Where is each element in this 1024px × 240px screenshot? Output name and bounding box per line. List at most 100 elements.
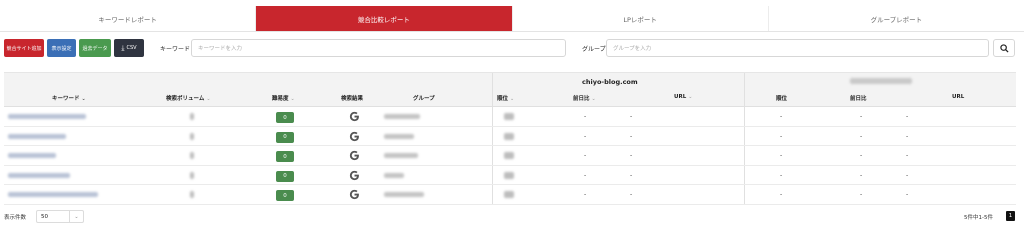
add-competitor-site-button[interactable]: 競合サイト追加 xyxy=(4,39,44,57)
keyword-text[interactable] xyxy=(8,172,70,178)
rows-per-page-label: 表示件数 xyxy=(4,215,27,221)
competitor-change-value: - xyxy=(860,191,863,198)
pagination-page-button[interactable]: 1 xyxy=(1006,211,1015,221)
rank-value xyxy=(504,152,514,159)
change-value: - xyxy=(584,152,587,159)
keyword-text[interactable] xyxy=(8,114,86,119)
group-text xyxy=(384,114,420,119)
chevron-down-icon: ⌄ xyxy=(688,94,693,100)
chevron-down-icon: ⌄ xyxy=(510,96,515,102)
report-tabs: キーワードレポート 競合比較レポート LPレポート グループレポート xyxy=(0,6,1024,32)
group-filter-label: グループ xyxy=(582,46,606,53)
group-text xyxy=(384,172,404,178)
difficulty-badge: 0 xyxy=(276,190,294,201)
group-search-input[interactable]: グループを入力 xyxy=(606,39,989,57)
competitor-change-value: - xyxy=(860,132,863,140)
search-button[interactable] xyxy=(993,39,1015,57)
chevron-down-icon: ⌄ xyxy=(81,96,86,102)
difficulty-badge: 0 xyxy=(276,112,294,123)
rows-per-page-value: 50 xyxy=(41,213,48,220)
rank-value xyxy=(504,191,514,198)
col-change[interactable]: 前日比 ⌄ xyxy=(573,94,596,102)
group-text xyxy=(384,153,418,158)
google-icon[interactable] xyxy=(349,111,360,122)
csv-download-button[interactable]: ⤓ CSV xyxy=(114,39,144,57)
keyword-search-input[interactable]: キーワードを入力 xyxy=(191,39,566,57)
search-volume-value xyxy=(190,171,194,179)
competitor-rank-value: - xyxy=(780,191,783,198)
search-volume-value xyxy=(190,113,194,120)
tab-lp-report[interactable]: LPレポート xyxy=(512,6,769,31)
table-row[interactable]: 0 - - - - - xyxy=(4,146,1016,166)
url-value: - xyxy=(630,113,633,120)
site-header-row: chiyo-blog.com xyxy=(4,72,1016,88)
chevron-down-icon: ⌄ xyxy=(290,96,295,102)
table-row[interactable]: 0 - - - - - xyxy=(4,165,1016,185)
rank-value xyxy=(504,171,514,179)
search-volume-value xyxy=(190,152,194,159)
change-value: - xyxy=(584,191,587,198)
rows-per-page-select[interactable]: 50 ⌄ xyxy=(36,210,84,223)
search-volume-value xyxy=(190,191,194,198)
competitor-url-value: - xyxy=(906,132,909,140)
chevron-down-icon: ⌄ xyxy=(206,96,211,102)
keyword-filter-label: キーワード xyxy=(160,46,191,53)
keyword-text[interactable] xyxy=(8,192,98,197)
display-settings-button[interactable]: 表示設定 xyxy=(47,39,76,57)
keyword-text[interactable] xyxy=(8,133,66,139)
col-rank[interactable]: 順位 ⌄ xyxy=(497,94,514,102)
col-competitor-url: URL xyxy=(952,94,965,100)
google-icon[interactable] xyxy=(349,150,360,161)
toolbar: 競合サイト追加 表示設定 過去データ ⤓ CSV xyxy=(4,39,147,57)
rank-value xyxy=(504,113,514,120)
competitor-url-value: - xyxy=(906,171,909,179)
competitor-url-value: - xyxy=(906,191,909,198)
google-icon[interactable] xyxy=(349,170,360,181)
table-row[interactable]: 0 - - - - - xyxy=(4,126,1016,146)
competitor-url-value: - xyxy=(906,113,909,120)
col-competitor-change: 前日比 xyxy=(850,96,867,102)
keyword-text[interactable] xyxy=(8,153,56,158)
difficulty-badge: 0 xyxy=(276,170,294,182)
table-row[interactable]: 0 - - - - - xyxy=(4,107,1016,127)
ranking-table: chiyo-blog.com キーワード ⌄ 検索ボリューム ⌄ 難易度 ⌄ 検索結果… xyxy=(4,72,1016,205)
change-value: - xyxy=(584,171,587,179)
download-icon: ⤓ xyxy=(121,43,125,52)
competitor-site-name xyxy=(850,78,912,84)
difficulty-badge: 0 xyxy=(276,131,294,143)
col-competitor-rank: 順位 xyxy=(776,96,788,102)
tab-group-report[interactable]: グループレポート xyxy=(768,6,1024,31)
competitor-rank-value: - xyxy=(780,132,783,140)
column-header-row: キーワード ⌄ 検索ボリューム ⌄ 難易度 ⌄ 検索結果 グループ 順位 ⌄ 前日比 ⌄ … xyxy=(4,88,1016,107)
past-data-button[interactable]: 過去データ xyxy=(79,39,111,57)
tab-competitor-report[interactable]: 競合比較レポート xyxy=(256,6,513,31)
table-row[interactable]: 0 - - - - - xyxy=(4,185,1016,205)
change-value: - xyxy=(584,113,587,120)
change-value: - xyxy=(584,132,587,140)
search-icon xyxy=(999,43,1009,53)
col-search-volume[interactable]: 検索ボリューム ⌄ xyxy=(166,94,211,102)
col-keyword[interactable]: キーワード ⌄ xyxy=(52,94,86,102)
search-volume-value xyxy=(190,132,194,140)
own-site-name: chiyo-blog.com xyxy=(582,78,638,86)
competitor-rank-value: - xyxy=(780,171,783,179)
url-value: - xyxy=(630,171,633,179)
google-icon[interactable] xyxy=(349,131,360,142)
competitor-change-value: - xyxy=(860,152,863,159)
competitor-change-value: - xyxy=(860,171,863,179)
rank-value xyxy=(504,132,514,140)
competitor-url-value: - xyxy=(906,152,909,159)
group-text xyxy=(384,133,414,139)
google-icon[interactable] xyxy=(349,189,360,200)
url-value: - xyxy=(630,191,633,198)
url-value: - xyxy=(630,132,633,140)
col-url[interactable]: URL ⌄ xyxy=(674,94,692,100)
difficulty-badge: 0 xyxy=(276,151,294,162)
competitor-rank-value: - xyxy=(780,152,783,159)
chevron-down-icon: ⌄ xyxy=(69,211,83,222)
url-value: - xyxy=(630,152,633,159)
col-difficulty[interactable]: 難易度 ⌄ xyxy=(272,94,295,102)
tab-keyword-report[interactable]: キーワードレポート xyxy=(0,6,257,31)
col-group: グループ xyxy=(413,96,435,102)
competitor-rank-value: - xyxy=(780,113,783,120)
